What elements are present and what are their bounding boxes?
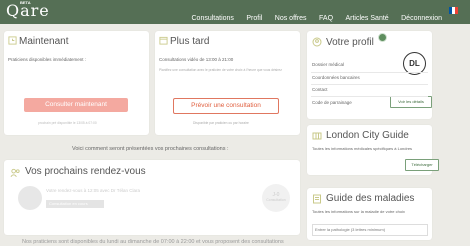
nav-deconnexion[interactable]: Déconnexion (401, 15, 442, 22)
voir-details-button[interactable]: Voir les détails (390, 96, 432, 108)
profil-contact[interactable]: Contact (312, 87, 328, 92)
maladies-desc: Toutes les informations sur la maladie d… (312, 209, 405, 214)
plus-tard-desc: Consultations vidéo de 13:00 à 21:00 (159, 57, 234, 62)
london-desc: Toutes les informations médicales spécif… (312, 146, 413, 151)
nav-profil[interactable]: Profil (246, 15, 262, 22)
nav-faq[interactable]: FAQ (319, 15, 333, 22)
profil-divider-2 (311, 84, 428, 85)
maintenant-title: Maintenant (19, 36, 69, 47)
plus-tard-note: Disponible par praticien ou par horaire (193, 121, 249, 125)
prevoir-consultation-button[interactable]: Prévoir une consultation (173, 98, 279, 114)
maladies-title: Guide des maladies (326, 193, 415, 204)
bottom-text: Nos praticiens sont disponibles du lundi… (22, 239, 284, 245)
profil-dossier[interactable]: Dossier médical (312, 62, 344, 67)
london-title: London City Guide (326, 130, 409, 141)
rdv-title: Vos prochains rendez-vous (25, 166, 146, 177)
nav-consultations[interactable]: Consultations (192, 15, 234, 22)
maladies-card: Guide des maladies Toutes les informatio… (307, 188, 432, 240)
nav-articles[interactable]: Articles Santé (345, 15, 388, 22)
book-icon (313, 194, 321, 204)
rdv-countdown-label: Consultation (266, 198, 286, 202)
plus-tard-desc2: Planifiez une consultation avec le prati… (159, 68, 282, 72)
doctor-avatar (18, 186, 42, 210)
london-card: London City Guide Toutes les information… (307, 125, 439, 175)
map-icon (312, 132, 322, 140)
maintenant-note: prochain pré disponible le 13/05 à 07:00 (38, 121, 97, 125)
rdv-card: Vos prochains rendez-vous Votre rendez-v… (4, 160, 300, 235)
profil-bancaires[interactable]: Coordonnées bancaires (312, 75, 360, 80)
maintenant-desc: Praticiens disponibles immédiatement : (8, 57, 87, 62)
telecharger-button[interactable]: Télécharger (405, 159, 439, 171)
maintenant-card: Maintenant Praticiens disponibles immédi… (4, 31, 149, 135)
pathologie-search-input[interactable]: Entrer la pathologie (3 lettres minimum) (312, 224, 428, 236)
profil-divider-1 (311, 72, 428, 73)
profil-parrainage[interactable]: Code de parrainage (312, 100, 352, 105)
people-icon (10, 168, 20, 177)
profil-title: Votre profil (326, 37, 374, 48)
user-icon (312, 37, 322, 47)
french-flag-icon[interactable] (449, 7, 458, 14)
clock-icon (8, 36, 17, 45)
plus-tard-title: Plus tard (170, 36, 210, 47)
rdv-countdown: J-0 Consultation (262, 184, 290, 212)
beta-badge: BETA (20, 0, 31, 5)
consulter-maintenant-button[interactable]: Consulter maintenant (24, 98, 128, 112)
profil-card: Votre profil DL Dossier médical Coordonn… (307, 31, 432, 119)
info-text: Voici comment seront présentées vos proc… (72, 146, 229, 152)
profil-divider-3 (311, 96, 428, 97)
rdv-line1: Votre rendez-vous à 12:05 avec Dr Télan … (46, 188, 140, 193)
rdv-status-badge: Consultation en cours (46, 200, 104, 208)
calendar-icon (159, 36, 168, 45)
top-nav: Qare BETA Consultations Profil Nos offre… (0, 0, 470, 24)
nav-offres[interactable]: Nos offres (275, 15, 307, 22)
nav-links: Consultations Profil Nos offres FAQ Arti… (184, 7, 443, 25)
plus-tard-card: Plus tard Consultations vidéo de 13:00 à… (155, 31, 300, 135)
online-dot-icon (378, 33, 387, 42)
